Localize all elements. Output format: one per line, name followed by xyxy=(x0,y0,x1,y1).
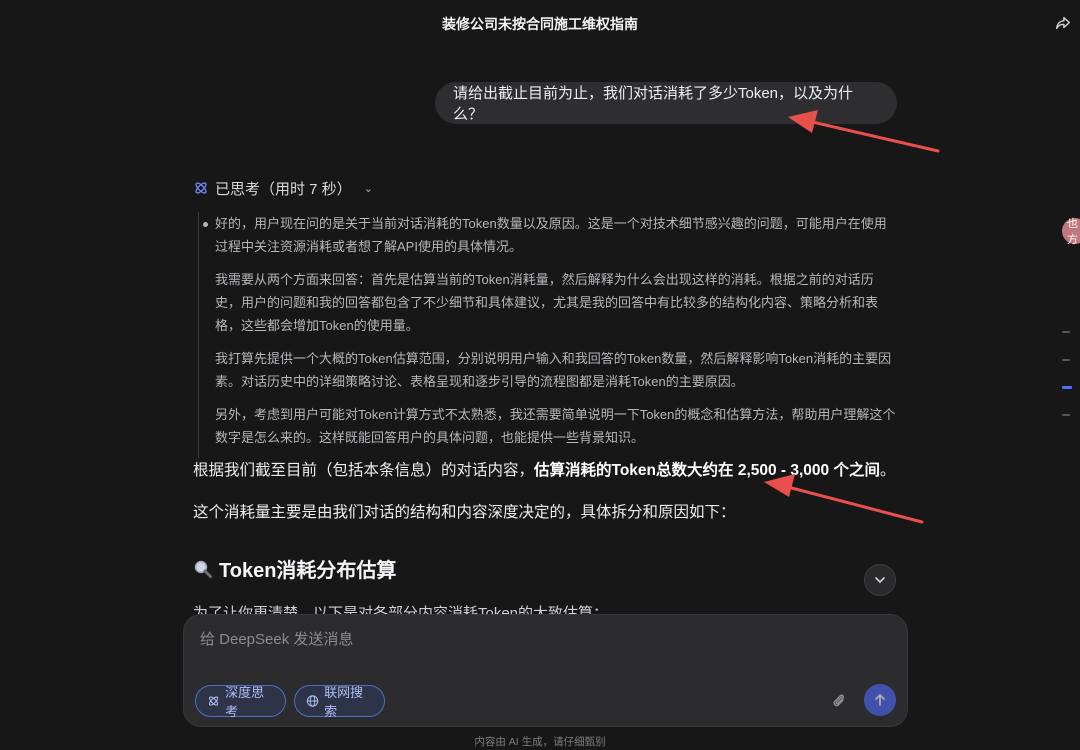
side-avatar[interactable]: 也方 xyxy=(1062,218,1080,246)
scroll-down-button[interactable] xyxy=(864,564,896,596)
answer-line: 这个消耗量主要是由我们对话的结构和内容深度决定的，具体拆分和原因如下： xyxy=(193,504,736,521)
thinking-paragraph: 另外，考虑到用户可能对Token计算方式不太熟悉，我还需要简单说明一下Token… xyxy=(215,407,896,445)
section-heading: Token消耗分布估算 xyxy=(193,554,396,583)
thinking-label: 已思考（用时 7 秒） xyxy=(215,180,352,198)
page-title: 装修公司未按合同施工维权指南 xyxy=(442,16,638,32)
deep-think-button[interactable]: 深度思考 xyxy=(195,685,286,719)
message-composer: 深度思考 联网搜索 xyxy=(183,614,908,727)
ai-disclaimer: 内容由 AI 生成，请仔细甄别 xyxy=(474,736,606,748)
thinking-toggle[interactable]: 已思考（用时 7 秒） ⌄ xyxy=(193,178,373,198)
share-icon[interactable] xyxy=(1054,14,1072,32)
answer-summary: 根据我们截至目前（包括本条信息）的对话内容，估算消耗的Token总数大约在 2,… xyxy=(193,458,903,480)
scroll-marker[interactable] xyxy=(1062,359,1070,361)
answer-highlight: 估算消耗的Token总数大约在 2,500 - 3,000 个之间 xyxy=(534,462,880,479)
paperclip-icon[interactable] xyxy=(829,691,849,711)
chevron-down-icon: ⌄ xyxy=(363,182,373,195)
chevron-down-icon xyxy=(875,577,885,584)
magnifier-icon xyxy=(194,560,212,578)
deep-think-icon xyxy=(195,182,207,194)
deep-think-label: 深度思考 xyxy=(225,685,265,719)
scroll-marker[interactable] xyxy=(1062,331,1070,333)
thinking-paragraph: 我需要从两个方面来回答：首先是估算当前的Token消耗量，然后解释为什么会出现这… xyxy=(215,272,879,333)
web-search-label: 联网搜索 xyxy=(324,685,364,719)
user-message-bubble: 请给出截止目前为止，我们对话消耗了多少Token，以及为什么？ xyxy=(435,82,897,124)
answer-partial-line: 为了让你更清楚，以下是对各部分内容消耗Token的大致估算： xyxy=(193,605,609,614)
arrow-up-icon xyxy=(875,694,885,706)
web-search-button[interactable]: 联网搜索 xyxy=(294,685,385,719)
thinking-content: 好的，用户现在问的是关于当前对话消耗的Token数量以及原因。这是一个对技术细节… xyxy=(198,212,898,459)
user-message-text: 请给出截止目前为止，我们对话消耗了多少Token，以及为什么？ xyxy=(453,85,854,123)
message-input[interactable] xyxy=(200,625,890,653)
scroll-marker-active[interactable] xyxy=(1062,386,1072,389)
globe-icon xyxy=(306,695,319,707)
annotation-arrow xyxy=(764,474,924,524)
send-button[interactable] xyxy=(864,684,896,716)
answer-punct: 。 xyxy=(879,462,896,479)
deep-think-icon xyxy=(208,696,219,706)
scroll-marker[interactable] xyxy=(1062,414,1070,416)
thinking-text: 好的，用户现在问的是关于当前对话消耗的Token数量以及原因。这是一个对技术细节… xyxy=(215,216,887,254)
answer-text: 根据我们截至目前（包括本条信息）的对话内容， xyxy=(193,462,535,479)
section-heading-text: Token消耗分布估算 xyxy=(219,560,397,582)
thinking-paragraph: 我打算先提供一个大概的Token估算范围，分别说明用户输入和我回答的Token数… xyxy=(215,351,892,389)
avatar-text: 也方 xyxy=(1067,218,1078,246)
thinking-paragraph: 好的，用户现在问的是关于当前对话消耗的Token数量以及原因。这是一个对技术细节… xyxy=(203,212,898,258)
bullet-dot xyxy=(203,222,208,227)
